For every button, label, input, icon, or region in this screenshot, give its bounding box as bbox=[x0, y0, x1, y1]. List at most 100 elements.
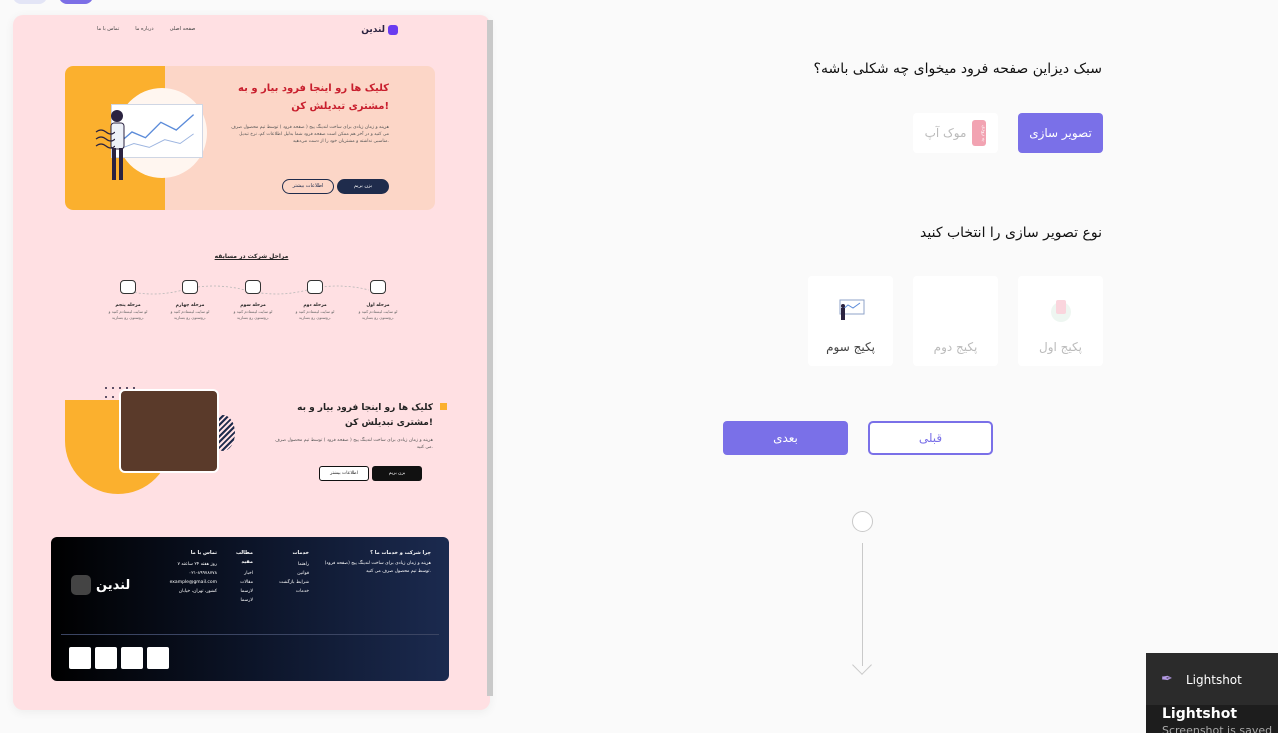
step-title: مرحله اول bbox=[366, 303, 390, 308]
footer-item: کشور، تهران، خیابان bbox=[178, 589, 217, 594]
camera-icon bbox=[370, 280, 386, 294]
illustration-type-question: نوع تصویر سازی را انتخاب کنید bbox=[920, 225, 1102, 241]
footer-link[interactable]: لارسما bbox=[223, 596, 253, 605]
badge-icon bbox=[95, 647, 117, 669]
top-tab-2[interactable] bbox=[59, 0, 93, 4]
package-card-3[interactable]: پکیج سوم bbox=[808, 276, 893, 366]
package-label: پکیج اول bbox=[1039, 340, 1082, 354]
notification-title: Lightshot bbox=[1162, 706, 1238, 722]
progress-dot bbox=[852, 511, 873, 532]
logo-icon bbox=[388, 25, 398, 35]
footer-item: ۷ روز هفته ۲۴ ساعته bbox=[177, 562, 217, 567]
package-illustration-icon bbox=[839, 299, 865, 320]
footer-col-title: چرا شرکت و خدمات ما ؟ bbox=[370, 550, 431, 556]
chevron-down-icon[interactable] bbox=[852, 655, 872, 675]
logo-icon bbox=[71, 575, 91, 595]
nav-link: صفحه اصلی bbox=[169, 26, 196, 32]
footer-link[interactable]: قوانین bbox=[275, 569, 309, 578]
feature-primary-button[interactable]: بزن بریم bbox=[372, 466, 422, 481]
step-item: مرحله چهارم لو سایت لیستادم کنید و روستون… bbox=[168, 280, 212, 321]
footer-link[interactable]: شرایط بازگشت bbox=[275, 578, 309, 587]
style-option-illustration[interactable]: تصویر سازی bbox=[1018, 113, 1103, 153]
hero-title: کلیک ها رو اینجا فرود بیار و به مشتری تب… bbox=[238, 83, 389, 112]
notification-app-name: Lightshot bbox=[1186, 673, 1242, 687]
footer-link[interactable]: اخبار bbox=[223, 569, 253, 578]
feature-secondary-button[interactable]: اطلاعات بیشتر bbox=[319, 466, 369, 481]
footer-col-title: خدمات bbox=[292, 550, 310, 556]
footer-about-text: هزینه و زمان زیادی برای ساخت لندینگ پیج … bbox=[324, 561, 431, 574]
package-card-2[interactable]: پکیج دوم bbox=[913, 276, 998, 366]
smile-icon bbox=[245, 280, 261, 294]
prev-button[interactable]: قبلی bbox=[868, 421, 993, 455]
footer-item: ۰۲۱-۸۹۹۷۸۷۷۸ bbox=[188, 571, 217, 576]
title-bullet-icon bbox=[440, 403, 447, 410]
step-item: مرحله دوم لو سایت لیستادم کنید و روستون ر… bbox=[293, 280, 337, 321]
hero-secondary-button[interactable]: اطلاعات بیشتر bbox=[282, 179, 334, 194]
steps-list: مرحله اول لو سایت لیستادم کنید و روستون ر… bbox=[101, 280, 403, 340]
badge-icon bbox=[121, 647, 143, 669]
footer-services: خدمات راهنما قوانین شرایط بازگشت خدمات bbox=[275, 549, 309, 596]
preview-logo: لندین bbox=[361, 25, 398, 35]
step-title: مرحله چهارم bbox=[175, 303, 205, 308]
package-label: پکیج دوم bbox=[933, 340, 978, 354]
package-illustration-icon bbox=[1051, 300, 1071, 322]
option-label: موک آپ bbox=[924, 126, 967, 140]
footer-logo: لندین bbox=[71, 575, 130, 595]
wave-lines-icon bbox=[95, 129, 115, 149]
lightshot-notification[interactable]: ✒ Lightshot Lightshot Screenshot is save… bbox=[1146, 653, 1278, 733]
step-desc: لو سایت لیستادم کنید و روستون رو بسازید. bbox=[358, 309, 398, 320]
feature-body: هزینه و زمان زیادی برای ساخت لندینگ پیج … bbox=[275, 438, 433, 450]
footer-link[interactable]: لارسما bbox=[223, 587, 253, 596]
step-desc: لو سایت لیستادم کنید و روستون رو بسازید. bbox=[108, 309, 148, 320]
package-label: پکیج سوم bbox=[826, 340, 875, 354]
footer-about: چرا شرکت و خدمات ما ؟ هزینه و زمان زیادی… bbox=[321, 549, 431, 576]
step-item: مرحله پنجم لو سایت لیستادم کنید و روستون … bbox=[106, 280, 150, 321]
progress-line bbox=[862, 543, 863, 666]
feather-icon: ✒ bbox=[1161, 671, 1173, 687]
feature-title: کلیک ها رو اینجا فرود بیار و به مشتری تب… bbox=[297, 403, 433, 428]
step-title: مرحله دوم bbox=[303, 303, 327, 308]
media-icon bbox=[120, 280, 136, 294]
page: تماس با ما درباره ما صفحه اصلی لندین کلی… bbox=[0, 0, 1278, 733]
style-option-mockup[interactable]: موک آپ به زودی bbox=[913, 113, 998, 153]
badge-icon bbox=[147, 647, 169, 669]
landing-preview: تماس با ما درباره ما صفحه اصلی لندین کلی… bbox=[13, 15, 490, 710]
option-label: تصویر سازی bbox=[1029, 126, 1092, 140]
footer-contact: تماس با ما ۷ روز هفته ۲۴ ساعته ۰۲۱-۸۹۹۷۸… bbox=[157, 549, 217, 596]
step-title: مرحله سوم bbox=[240, 303, 266, 308]
step-item: مرحله سوم لو سایت لیستادم کنید و روستون ر… bbox=[231, 280, 275, 321]
preview-nav: تماس با ما درباره ما صفحه اصلی لندین bbox=[13, 25, 490, 41]
feature-section: کلیک ها رو اینجا فرود بیار و به مشتری تب… bbox=[65, 385, 447, 505]
nav-link: درباره ما bbox=[135, 26, 154, 32]
hero-section: کلیک ها رو اینجا فرود بیار و به مشتری تب… bbox=[65, 66, 435, 210]
style-question: سبک دیزاین صفحه فرود میخوای چه شکلی باشه… bbox=[813, 61, 1102, 77]
preview-scrollbar[interactable] bbox=[487, 20, 493, 696]
feature-photo bbox=[119, 389, 219, 473]
footer-col-title: تماس با ما bbox=[190, 550, 217, 556]
hero-primary-button[interactable]: بزن بریم bbox=[337, 179, 389, 194]
logo-text: لندین bbox=[361, 25, 385, 35]
trust-badges bbox=[69, 647, 169, 669]
footer-logo-text: لندین bbox=[96, 577, 131, 593]
step-title: مرحله پنجم bbox=[115, 303, 141, 308]
footer-links: مطالب مفید اخبار مقالات لارسما لارسما bbox=[223, 549, 253, 605]
coming-soon-badge: به زودی bbox=[972, 120, 987, 146]
top-tab-1[interactable] bbox=[13, 0, 47, 4]
step-desc: لو سایت لیستادم کنید و روستون رو بسازید. bbox=[295, 309, 335, 320]
footer-link[interactable]: خدمات bbox=[275, 587, 309, 596]
package-card-1[interactable]: پکیج اول bbox=[1018, 276, 1103, 366]
footer-item[interactable]: example@gmail.com bbox=[157, 578, 217, 587]
step-desc: لو سایت لیستادم کنید و روستون رو بسازید. bbox=[170, 309, 210, 320]
footer-col-title: مطالب مفید bbox=[235, 550, 253, 565]
nav-link: تماس با ما bbox=[97, 26, 120, 32]
step-item: مرحله اول لو سایت لیستادم کنید و روستون ر… bbox=[356, 280, 400, 321]
next-button[interactable]: بعدی bbox=[723, 421, 848, 455]
hero-body: هزینه و زمان زیادی برای ساخت لندینگ پیج … bbox=[231, 125, 389, 144]
footer-link[interactable]: مقالات bbox=[223, 578, 253, 587]
notification-message: Screenshot is saved bbox=[1162, 724, 1273, 733]
list-icon bbox=[307, 280, 323, 294]
preview-footer: لندین تماس با ما ۷ روز هفته ۲۴ ساعته ۰۲۱… bbox=[51, 537, 449, 681]
badge-icon bbox=[69, 647, 91, 669]
footer-link[interactable]: راهنما bbox=[275, 560, 309, 569]
steps-title: مراحل شرکت در مسابقه bbox=[214, 253, 289, 260]
